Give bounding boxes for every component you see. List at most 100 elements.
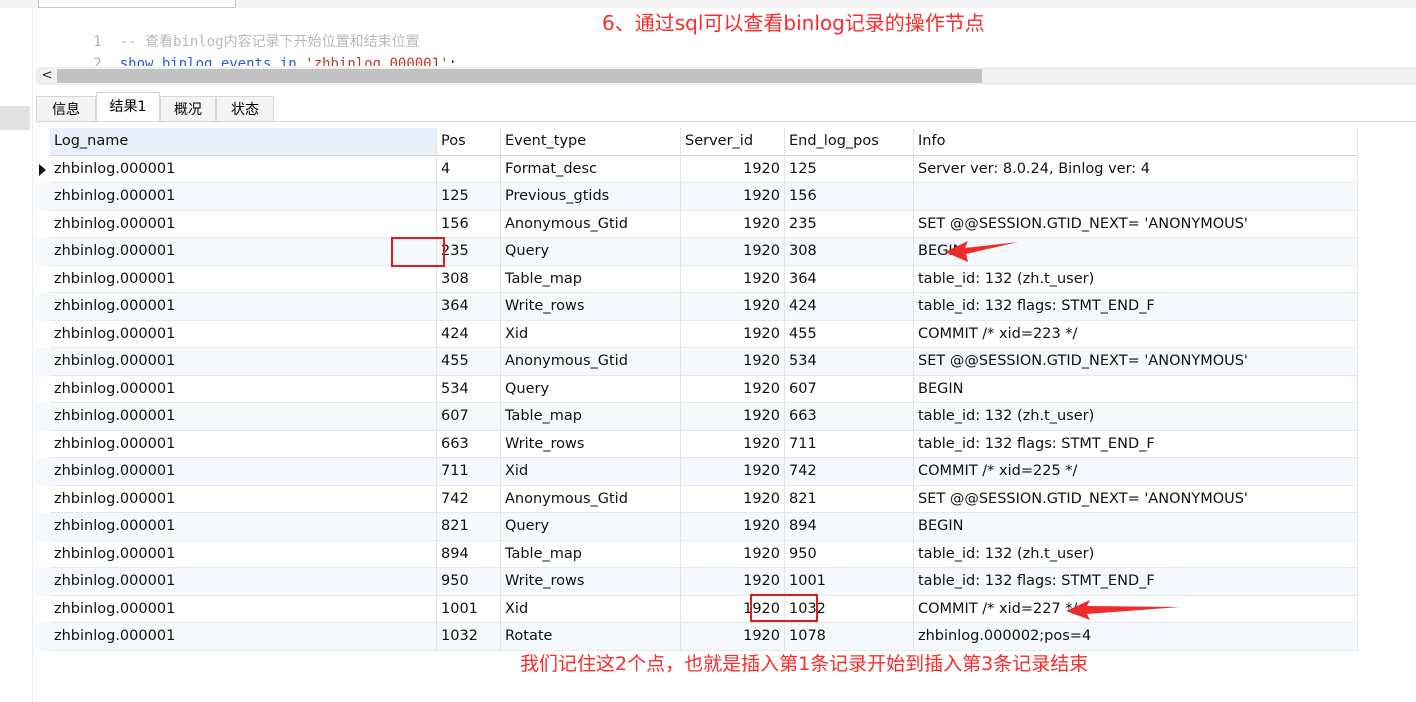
cell-info[interactable]: SET @@SESSION.GTID_NEXT= 'ANONYMOUS': [914, 348, 1358, 376]
cell-server-id[interactable]: 1920: [681, 458, 785, 486]
cell-log-name[interactable]: zhbinlog.000001: [50, 595, 437, 623]
cell-info[interactable]: BEGIN: [914, 375, 1358, 403]
cell-pos[interactable]: 950: [437, 568, 501, 596]
table-row[interactable]: zhbinlog.000001 894 Table_map 1920 950 table_…: [36, 540, 1358, 568]
table-row[interactable]: zhbinlog.000001 364 Write_rows 1920 424 table…: [36, 293, 1358, 321]
cell-pos[interactable]: 156: [437, 210, 501, 238]
table-row[interactable]: zhbinlog.000001 663 Write_rows 1920 711 table…: [36, 430, 1358, 458]
cell-event-type[interactable]: Query: [501, 238, 681, 266]
cell-info[interactable]: COMMIT /* xid=223 */: [914, 320, 1358, 348]
cell-event-type[interactable]: Query: [501, 513, 681, 541]
column-header-info[interactable]: Info: [914, 128, 1358, 156]
cell-pos[interactable]: 1032: [437, 623, 501, 651]
cell-pos[interactable]: 607: [437, 403, 501, 431]
cell-log-name[interactable]: zhbinlog.000001: [50, 485, 437, 513]
cell-end-log-pos[interactable]: 364: [785, 265, 914, 293]
cell-log-name[interactable]: zhbinlog.000001: [50, 403, 437, 431]
cell-log-name[interactable]: zhbinlog.000001: [50, 568, 437, 596]
cell-pos[interactable]: 455: [437, 348, 501, 376]
cell-info[interactable]: table_id: 132 (zh.t_user): [914, 265, 1358, 293]
cell-info[interactable]: BEGIN: [914, 513, 1358, 541]
cell-end-log-pos[interactable]: 534: [785, 348, 914, 376]
cell-log-name[interactable]: zhbinlog.000001: [50, 183, 437, 211]
cell-pos[interactable]: 364: [437, 293, 501, 321]
query-tab-edge[interactable]: [38, 0, 236, 8]
table-row[interactable]: zhbinlog.000001 424 Xid 1920 455 COMMIT /* xi…: [36, 320, 1358, 348]
cell-log-name[interactable]: zhbinlog.000001: [50, 540, 437, 568]
cell-event-type[interactable]: Format_desc: [501, 155, 681, 183]
scroll-left-icon[interactable]: <: [40, 67, 54, 85]
tab-status[interactable]: 状态: [216, 96, 274, 122]
table-row[interactable]: zhbinlog.000001 711 Xid 1920 742 COMMIT /* xi…: [36, 458, 1358, 486]
cell-log-name[interactable]: zhbinlog.000001: [50, 238, 437, 266]
table-row[interactable]: zhbinlog.000001 1032 Rotate 1920 1078 zhbinlo…: [36, 623, 1358, 651]
cell-end-log-pos[interactable]: 663: [785, 403, 914, 431]
cell-pos[interactable]: 1001: [437, 595, 501, 623]
cell-info[interactable]: zhbinlog.000002;pos=4: [914, 623, 1358, 651]
cell-event-type[interactable]: Write_rows: [501, 293, 681, 321]
cell-event-type[interactable]: Table_map: [501, 540, 681, 568]
cell-end-log-pos[interactable]: 424: [785, 293, 914, 321]
table-row[interactable]: zhbinlog.000001 1001 Xid 1920 1032 COMMIT /* …: [36, 595, 1358, 623]
cell-info[interactable]: [914, 183, 1358, 211]
table-row[interactable]: zhbinlog.000001 950 Write_rows 1920 1001 tabl…: [36, 568, 1358, 596]
cell-server-id[interactable]: 1920: [681, 568, 785, 596]
table-row[interactable]: zhbinlog.000001 308 Table_map 1920 364 table_…: [36, 265, 1358, 293]
cell-pos[interactable]: 663: [437, 430, 501, 458]
cell-event-type[interactable]: Query: [501, 375, 681, 403]
cell-event-type[interactable]: Rotate: [501, 623, 681, 651]
cell-end-log-pos[interactable]: 894: [785, 513, 914, 541]
cell-pos[interactable]: 125: [437, 183, 501, 211]
cell-end-log-pos[interactable]: 125: [785, 155, 914, 183]
cell-info[interactable]: table_id: 132 (zh.t_user): [914, 540, 1358, 568]
cell-log-name[interactable]: zhbinlog.000001: [50, 348, 437, 376]
cell-info[interactable]: table_id: 132 (zh.t_user): [914, 403, 1358, 431]
cell-server-id[interactable]: 1920: [681, 513, 785, 541]
scroll-thumb[interactable]: [57, 69, 982, 83]
cell-pos[interactable]: 424: [437, 320, 501, 348]
cell-info[interactable]: COMMIT /* xid=227 */: [914, 595, 1358, 623]
cell-pos[interactable]: 711: [437, 458, 501, 486]
cell-log-name[interactable]: zhbinlog.000001: [50, 430, 437, 458]
cell-server-id[interactable]: 1920: [681, 265, 785, 293]
cell-log-name[interactable]: zhbinlog.000001: [50, 623, 437, 651]
cell-end-log-pos[interactable]: 235: [785, 210, 914, 238]
table-row[interactable]: zhbinlog.000001 607 Table_map 1920 663 table_…: [36, 403, 1358, 431]
cell-server-id[interactable]: 1920: [681, 155, 785, 183]
cell-end-log-pos[interactable]: 308: [785, 238, 914, 266]
cell-info[interactable]: table_id: 132 flags: STMT_END_F: [914, 568, 1358, 596]
table-row[interactable]: zhbinlog.000001 534 Query 1920 607 BEGIN: [36, 375, 1358, 403]
column-header-server-id[interactable]: Server_id: [681, 128, 785, 156]
column-header-pos[interactable]: Pos: [437, 128, 501, 156]
table-row[interactable]: zhbinlog.000001 235 Query 1920 308 BEGIN: [36, 238, 1358, 266]
cell-info[interactable]: COMMIT /* xid=225 */: [914, 458, 1358, 486]
table-row[interactable]: zhbinlog.000001 821 Query 1920 894 BEGIN: [36, 513, 1358, 541]
column-header-event-type[interactable]: Event_type: [501, 128, 681, 156]
cell-log-name[interactable]: zhbinlog.000001: [50, 320, 437, 348]
cell-server-id[interactable]: 1920: [681, 403, 785, 431]
cell-end-log-pos[interactable]: 821: [785, 485, 914, 513]
table-row[interactable]: zhbinlog.000001 4 Format_desc 1920 125 Server…: [36, 155, 1358, 183]
cell-info[interactable]: table_id: 132 flags: STMT_END_F: [914, 293, 1358, 321]
editor-horizontal-scrollbar[interactable]: <: [36, 67, 1416, 85]
cell-log-name[interactable]: zhbinlog.000001: [50, 210, 437, 238]
cell-end-log-pos[interactable]: 742: [785, 458, 914, 486]
cell-event-type[interactable]: Write_rows: [501, 568, 681, 596]
cell-event-type[interactable]: Anonymous_Gtid: [501, 348, 681, 376]
cell-log-name[interactable]: zhbinlog.000001: [50, 265, 437, 293]
cell-pos[interactable]: 534: [437, 375, 501, 403]
cell-server-id[interactable]: 1920: [681, 238, 785, 266]
cell-end-log-pos[interactable]: 455: [785, 320, 914, 348]
cell-pos[interactable]: 4: [437, 155, 501, 183]
table-row[interactable]: zhbinlog.000001 455 Anonymous_Gtid 1920 534 S…: [36, 348, 1358, 376]
cell-server-id[interactable]: 1920: [681, 430, 785, 458]
cell-server-id[interactable]: 1920: [681, 485, 785, 513]
cell-end-log-pos[interactable]: 1078: [785, 623, 914, 651]
cell-log-name[interactable]: zhbinlog.000001: [50, 155, 437, 183]
cell-pos[interactable]: 308: [437, 265, 501, 293]
cell-end-log-pos[interactable]: 156: [785, 183, 914, 211]
cell-info[interactable]: SET @@SESSION.GTID_NEXT= 'ANONYMOUS': [914, 210, 1358, 238]
cell-event-type[interactable]: Xid: [501, 595, 681, 623]
cell-end-log-pos[interactable]: 711: [785, 430, 914, 458]
cell-server-id[interactable]: 1920: [681, 210, 785, 238]
